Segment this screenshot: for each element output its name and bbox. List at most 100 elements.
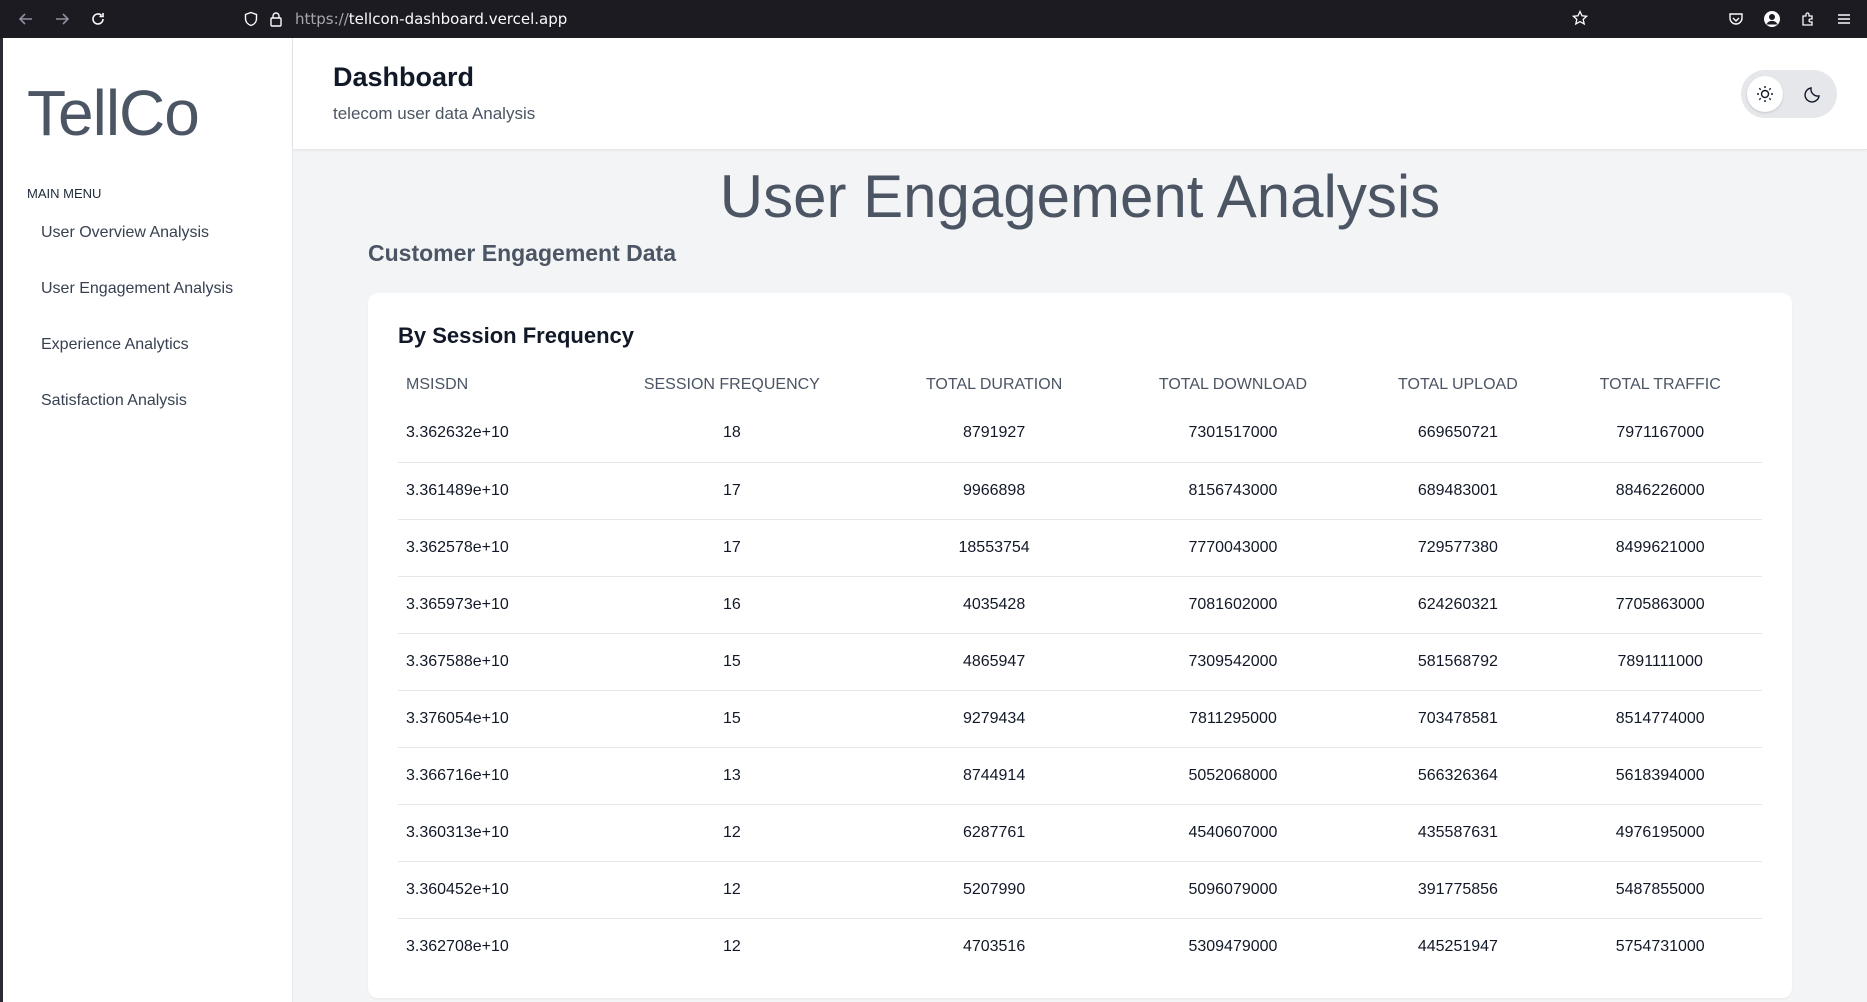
cell-total-upload: 581568792 (1357, 633, 1559, 691)
cell-total-duration: 18553754 (879, 519, 1109, 577)
cell-total-upload: 729577380 (1357, 519, 1559, 577)
cell-total-upload: 435587631 (1357, 804, 1559, 862)
table-row: 3.367588e+10 15 4865947 7309542000 58156… (398, 633, 1762, 691)
back-button[interactable] (8, 1, 44, 37)
cell-msisdn: 3.362708e+10 (406, 937, 509, 955)
table-row: 3.376054e+10 15 9279434 7811295000 70347… (398, 690, 1762, 748)
table-row: 3.366716e+10 13 8744914 5052068000 56632… (398, 747, 1762, 805)
menu-heading: MAIN MENU (27, 186, 102, 201)
section-title: User Engagement Analysis (719, 163, 1441, 230)
cell-total-download: 7301517000 (1108, 405, 1358, 463)
table-body: 3.362632e+10 18 8791927 7301517000 66965… (398, 405, 1762, 975)
cell-session-frequency: 13 (584, 747, 880, 805)
arrow-left-icon (18, 13, 32, 25)
cell-total-traffic: 8514774000 (1558, 690, 1762, 748)
cell-total-duration: 4865947 (879, 633, 1109, 691)
table-row: 3.360313e+10 12 6287761 4540607000 43558… (398, 804, 1762, 862)
header: Dashboard telecom user data Analysis (293, 38, 1867, 150)
cell-total-upload: 391775856 (1357, 861, 1559, 919)
cell-total-upload: 445251947 (1417, 937, 1498, 955)
cell-total-traffic: 5618394000 (1558, 747, 1762, 805)
reload-button[interactable] (80, 1, 116, 37)
cell-total-traffic: 8499621000 (1558, 519, 1762, 577)
cell-total-traffic: 7891111000 (1558, 633, 1762, 691)
bookmark-button[interactable] (1571, 9, 1589, 30)
cell-total-download: 7811295000 (1108, 690, 1358, 748)
cell-total-duration: 9966898 (879, 462, 1109, 520)
cell-total-duration: 4035428 (879, 576, 1109, 634)
page-subtitle: telecom user data Analysis (333, 104, 536, 123)
menu-list: User Overview Analysis User Engagement A… (41, 224, 233, 448)
extensions-button[interactable] (1795, 4, 1821, 34)
cell-session-frequency: 17 (584, 519, 880, 577)
column-header-msisdn: MSISDN (406, 376, 469, 393)
table-row: 3.362578e+10 17 18553754 7770043000 7295… (398, 519, 1762, 577)
page-title: Dashboard (333, 62, 475, 92)
cell-total-download: 5052068000 (1108, 747, 1358, 805)
sidebar: TellCo MAIN MENU User Overview Analysis … (3, 38, 293, 1002)
reload-icon (92, 13, 104, 25)
cell-total-duration: 9279434 (879, 690, 1109, 748)
table-row: 3.362632e+10 18 8791927 7301517000 66965… (398, 405, 1762, 463)
menu-button[interactable] (1831, 4, 1857, 34)
cell-total-download: 8156743000 (1108, 462, 1358, 520)
sun-icon (1757, 86, 1773, 102)
column-header-total-duration: TOTAL DURATION (925, 376, 1063, 393)
cell-total-duration: 6287761 (879, 804, 1109, 862)
cell-total-upload: 703478581 (1357, 690, 1559, 748)
cell-session-frequency: 16 (584, 576, 880, 634)
cell-session-frequency: 15 (584, 633, 880, 691)
cell-msisdn: 3.366716e+10 (398, 747, 585, 805)
cell-msisdn: 3.361489e+10 (398, 462, 585, 520)
column-header-total-traffic: TOTAL TRAFFIC (1599, 376, 1721, 393)
cell-total-traffic: 7705863000 (1558, 576, 1762, 634)
cell-total-duration: 5207990 (879, 861, 1109, 919)
cell-total-duration: 4703516 (962, 937, 1026, 955)
hamburger-icon (1838, 14, 1850, 24)
lock-icon (270, 12, 282, 27)
cell-msisdn: 3.362578e+10 (398, 519, 585, 577)
cell-total-upload: 624260321 (1357, 576, 1559, 634)
browser-toolbar: https://tellcon-dashboard.vercel.app (0, 0, 1867, 38)
sidebar-item-user-overview[interactable]: User Overview Analysis (41, 224, 233, 280)
sidebar-item-satisfaction[interactable]: Satisfaction Analysis (41, 392, 233, 448)
cell-msisdn: 3.367588e+10 (398, 633, 585, 691)
cell-total-traffic: 5487855000 (1558, 861, 1762, 919)
cell-total-download: 7309542000 (1108, 633, 1358, 691)
table-row: 3.362708e+10 12 4703516 5309479000 44525… (398, 918, 1762, 975)
cell-total-download: 5309479000 (1188, 937, 1278, 955)
cell-total-traffic: 4976195000 (1558, 804, 1762, 862)
puzzle-icon (1802, 12, 1813, 26)
account-icon (1764, 11, 1780, 27)
dark-mode-button[interactable] (1795, 76, 1831, 112)
cell-session-frequency: 17 (584, 462, 880, 520)
table-row: 3.361489e+10 17 9966898 8156743000 68948… (398, 462, 1762, 520)
cell-session-frequency: 12 (584, 804, 880, 862)
arrow-right-icon (56, 13, 70, 25)
account-button[interactable] (1759, 4, 1785, 34)
cell-session-frequency: 12 (584, 861, 880, 919)
sidebar-item-experience[interactable]: Experience Analytics (41, 336, 233, 392)
table-header-row: MSISDN SESSION FREQUENCY TOTAL DURATION … (398, 365, 1762, 405)
cell-total-upload: 689483001 (1357, 462, 1559, 520)
cell-total-duration: 8744914 (879, 747, 1109, 805)
engagement-table: MSISDN SESSION FREQUENCY TOTAL DURATION … (398, 365, 1762, 975)
column-header-total-upload: TOTAL UPLOAD (1398, 376, 1518, 393)
cell-total-download: 4540607000 (1108, 804, 1358, 862)
sidebar-item-user-engagement[interactable]: User Engagement Analysis (41, 280, 233, 336)
column-header-session-frequency: SESSION FREQUENCY (643, 376, 820, 393)
pocket-button[interactable] (1723, 4, 1749, 34)
logo: TellCo (27, 77, 200, 149)
light-mode-button[interactable] (1747, 76, 1783, 112)
cell-total-duration: 8791927 (879, 405, 1109, 463)
card-title: By Session Frequency (398, 323, 634, 348)
engagement-card: By Session Frequency MSISDN SESSION FREQ… (368, 293, 1792, 998)
cell-total-download: 7081602000 (1108, 576, 1358, 634)
url-bar[interactable]: https://tellcon-dashboard.vercel.app (233, 4, 1598, 34)
pocket-icon (1729, 13, 1743, 25)
cell-total-download: 5096079000 (1108, 861, 1358, 919)
table-row: 3.360452e+10 12 5207990 5096079000 39177… (398, 861, 1762, 919)
section-subtitle: Customer Engagement Data (368, 240, 677, 266)
cell-total-download: 7770043000 (1108, 519, 1358, 577)
forward-button[interactable] (44, 1, 80, 37)
